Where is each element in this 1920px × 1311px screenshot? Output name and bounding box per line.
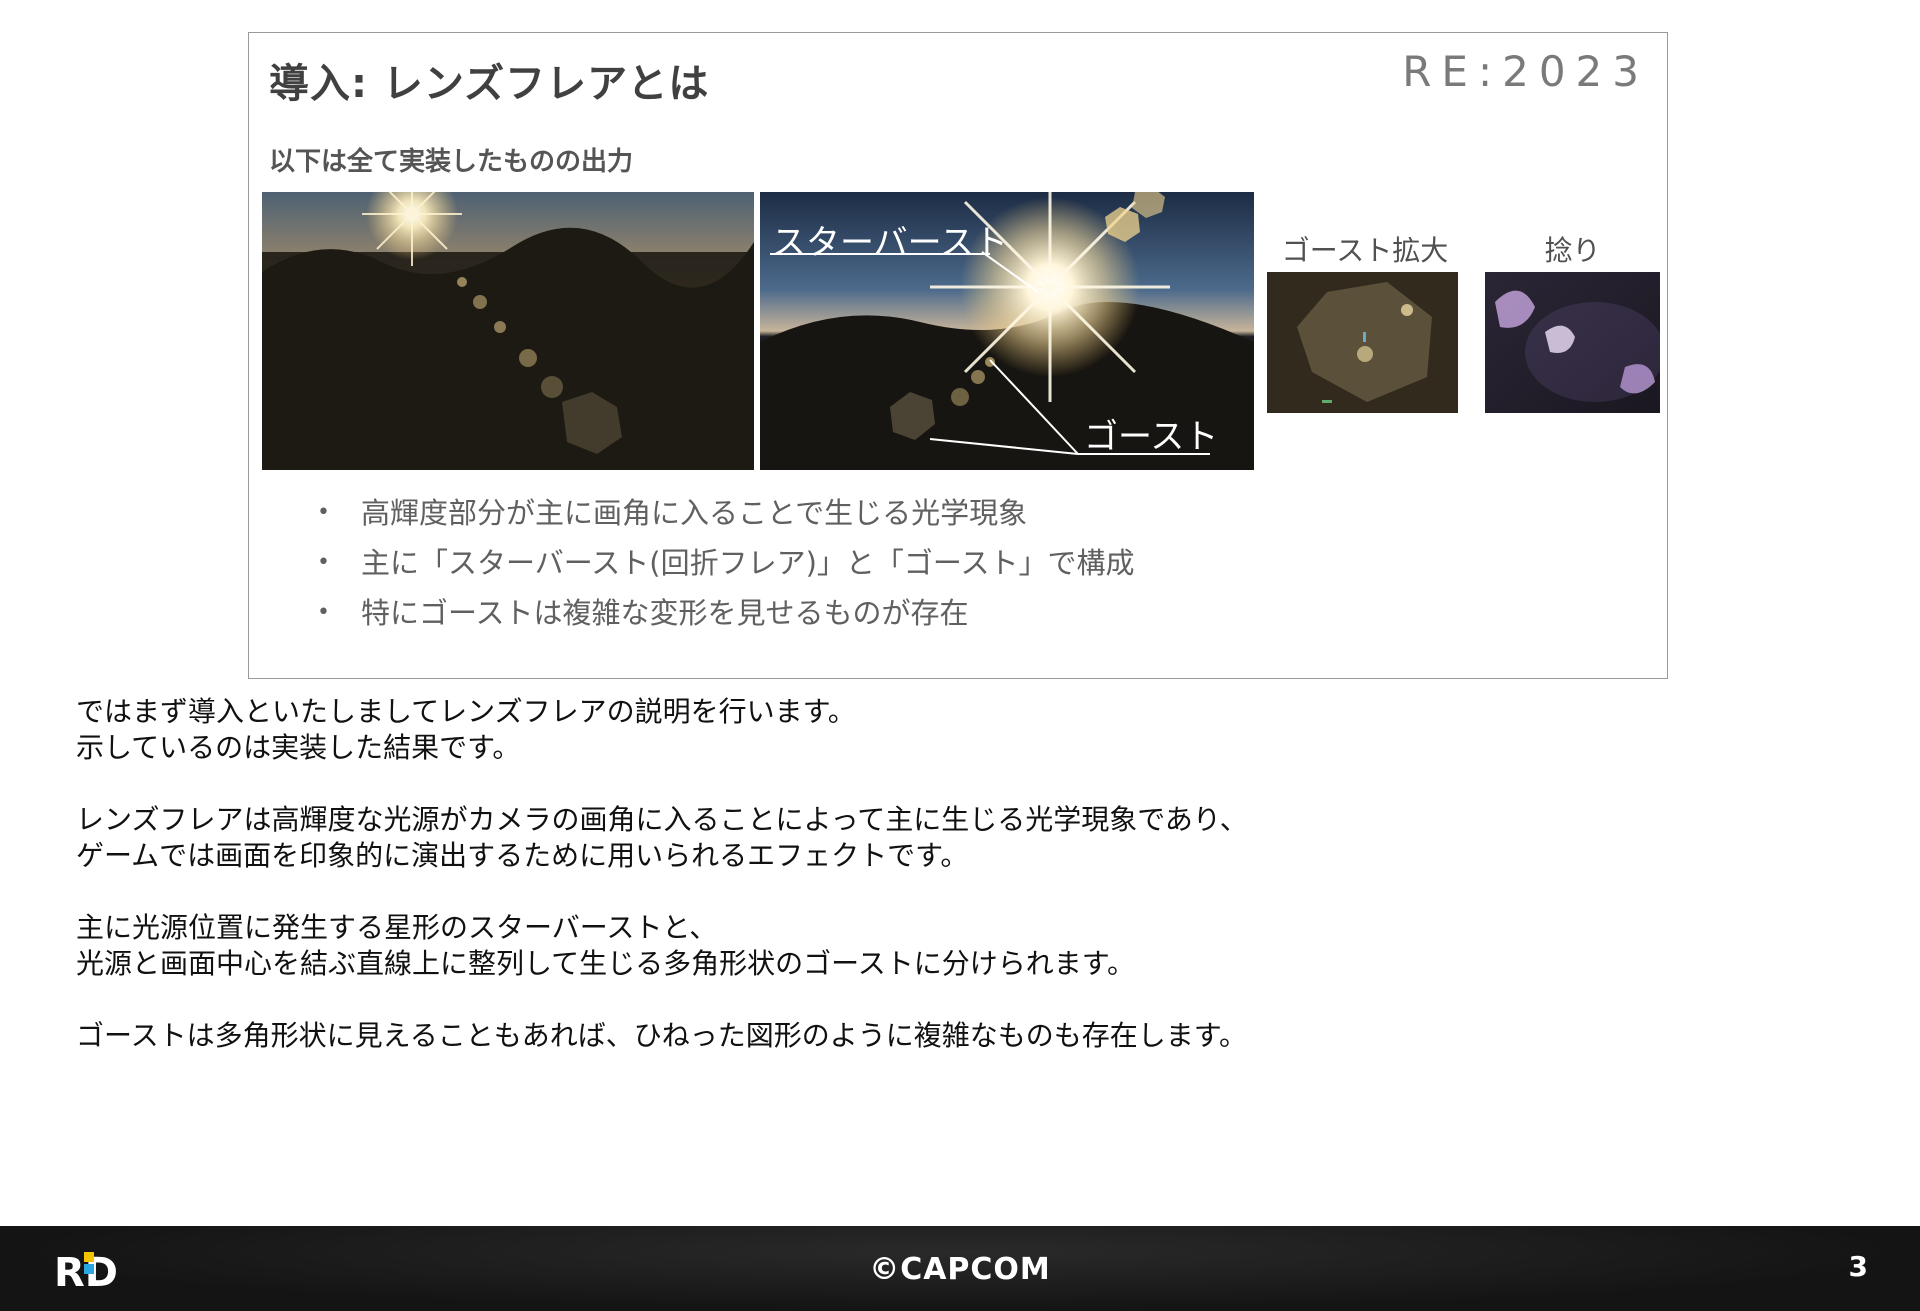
bullet-item: • 特にゴーストは複雑な変形を見せるものが存在 xyxy=(317,588,1134,638)
ghost-label: ゴースト xyxy=(1084,417,1219,457)
speaker-notes: ではまず導入といたしましてレンズフレアの説明を行います。 示しているのは実装した… xyxy=(76,694,1576,1090)
slide-title: 導入: レンズフレアとは xyxy=(269,61,710,107)
bullet-item: • 主に「スターバースト(回折フレア)」と「ゴースト」で構成 xyxy=(317,538,1134,588)
bullet-item: • 高輝度部分が主に画角に入ることで生じる光学現象 xyxy=(317,488,1134,538)
footer-bar: RD ©CAPCOM 3 xyxy=(0,1226,1920,1311)
notes-paragraph: ではまず導入といたしましてレンズフレアの説明を行います。 示しているのは実装した… xyxy=(76,695,856,764)
ghost-zoom-image xyxy=(1267,272,1458,413)
twist-label: 捻り xyxy=(1544,234,1601,267)
slide-subtitle: 以下は全て実装したものの出力 xyxy=(269,147,634,177)
event-logo: RE:2023 xyxy=(1402,47,1649,96)
lens-flare-photo-left xyxy=(262,192,754,470)
bullet-list: • 高輝度部分が主に画角に入ることで生じる光学現象 • 主に「スターバースト(回折フ… xyxy=(317,488,1134,638)
starburst-label: スターバースト xyxy=(772,223,1008,263)
twisted-ghost-image xyxy=(1485,272,1660,413)
slide-frame: 導入: レンズフレアとは RE:2023 以下は全て実装したものの出力 スターバ… xyxy=(248,32,1668,679)
copyright-text: ©CAPCOM xyxy=(869,1252,1051,1287)
ghost-zoom-label: ゴースト拡大 xyxy=(1281,234,1449,267)
notes-paragraph: 主に光源位置に発生する星形のスターバーストと、 光源と画面中心を結ぶ直線上に整列… xyxy=(76,911,1135,980)
notes-paragraph: レンズフレアは高輝度な光源がカメラの画角に入ることによって主に生じる光学現象であ… xyxy=(76,803,1248,872)
page-number: 3 xyxy=(1848,1250,1868,1283)
bullet-dot-icon: • xyxy=(317,550,330,575)
notes-paragraph: ゴーストは多角形状に見えることもあれば、ひねった図形のように複雑なものも存在しま… xyxy=(76,1019,1247,1052)
bullet-dot-icon: • xyxy=(317,500,330,525)
bullet-dot-icon: • xyxy=(317,600,330,625)
